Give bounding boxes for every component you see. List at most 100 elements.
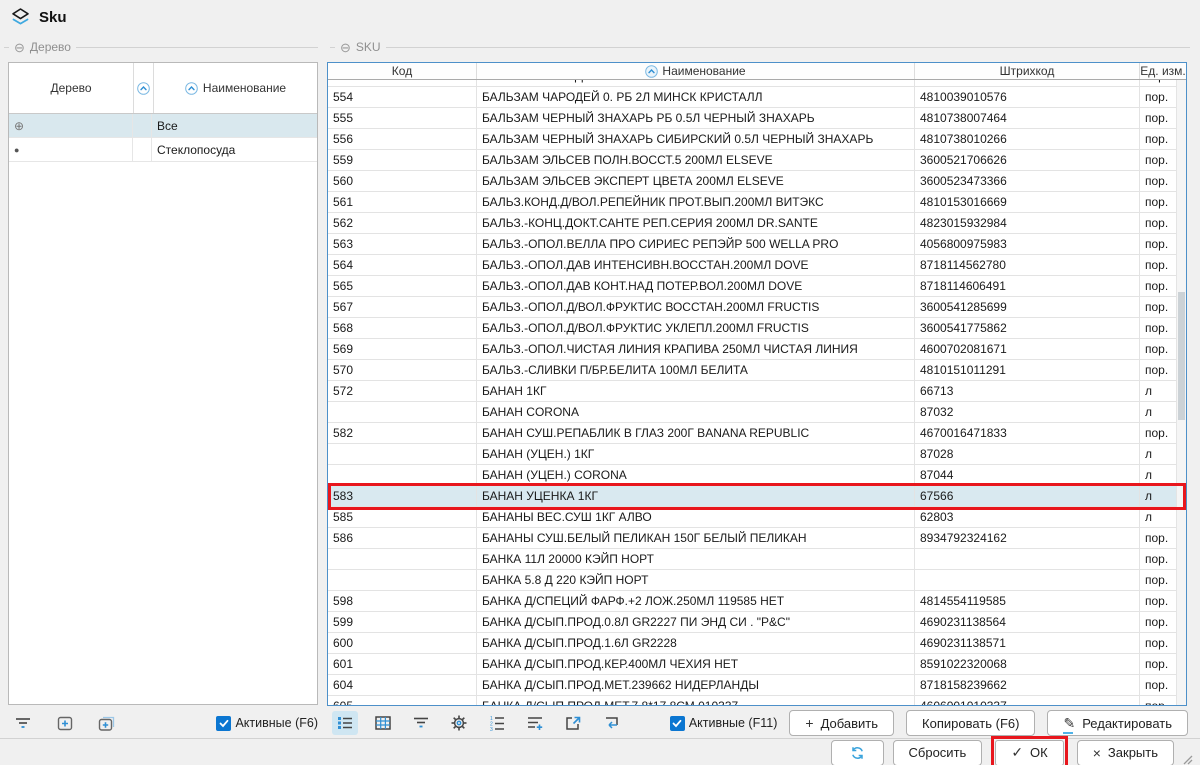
- cell-name: БАЛЬЗ.КОНД.Д/ВОЛ.РЕПЕЙНИК ПРОТ.ВЫП.200МЛ…: [477, 192, 915, 212]
- table-row[interactable]: 563 БАЛЬЗ.-ОПОЛ.ВЕЛЛА ПРО СИРИЕС РЕПЭЙР …: [328, 234, 1177, 255]
- table-row[interactable]: 605 БАНКА Д/СЫП.ПРОД.МЕТ.7.8*17.8СМ.0103…: [328, 696, 1177, 705]
- table-row[interactable]: БАНКА 5.8 Д 220 КЭЙП НОРТ пор.: [328, 570, 1177, 591]
- edit-button[interactable]: ✎ Редактировать: [1047, 710, 1188, 736]
- tree-row[interactable]: ⊕ ● Стеклопосуда: [9, 138, 317, 162]
- scrollbar-thumb[interactable]: [1178, 292, 1185, 420]
- table-row[interactable]: 568 БАЛЬЗ.-ОПОЛ.Д/ВОЛ.ФРУКТИС УКЛЕПЛ.200…: [328, 318, 1177, 339]
- cell-name: БАНАНЫ СУШ.БЕЛЫЙ ПЕЛИКАН 150Г БЕЛЫЙ ПЕЛИ…: [477, 528, 915, 548]
- cell-name: БАЛЬЗ.-СЛИВКИ П/БР.БЕЛИТА 100МЛ БЕЛИТА: [477, 360, 915, 380]
- settings-gear-icon[interactable]: [446, 711, 472, 735]
- tree-column-header[interactable]: Дерево: [9, 63, 134, 113]
- collapse-icon[interactable]: ⊖: [340, 41, 351, 54]
- close-button[interactable]: × Закрыть: [1077, 740, 1174, 765]
- tree-name-column-header[interactable]: Наименование: [154, 63, 317, 113]
- vertical-scrollbar[interactable]: [1176, 80, 1186, 705]
- barcode-column-header[interactable]: Штрихкод: [915, 63, 1140, 79]
- table-row[interactable]: 569 БАЛЬЗ.-ОПОЛ.ЧИСТАЯ ЛИНИЯ КРАПИВА 250…: [328, 339, 1177, 360]
- cell-code: 553: [328, 80, 477, 86]
- table-row[interactable]: 555 БАЛЬЗАМ ЧЕРНЫЙ ЗНАХАРЬ РБ 0.5Л ЧЕРНЫ…: [328, 108, 1177, 129]
- grid-view-icon[interactable]: [370, 711, 396, 735]
- table-row[interactable]: 565 БАЛЬЗ.-ОПОЛ.ДАВ КОНТ.НАД ПОТЕР.ВОЛ.2…: [328, 276, 1177, 297]
- table-row[interactable]: 562 БАЛЬЗ.-КОНЦ.ДОКТ.САНТЕ РЕП.СЕРИЯ 200…: [328, 213, 1177, 234]
- add-to-list-icon[interactable]: [522, 711, 548, 735]
- table-row[interactable]: 564 БАЛЬЗ.-ОПОЛ.ДАВ ИНТЕНСИВН.ВОССТАН.20…: [328, 255, 1177, 276]
- collapse-all-icon[interactable]: [52, 711, 78, 735]
- cell-barcode: 4810151011291: [915, 360, 1140, 380]
- table-row[interactable]: 556 БАЛЬЗАМ ЧЕРНЫЙ ЗНАХАРЬ СИБИРСКИЙ 0.5…: [328, 129, 1177, 150]
- filter-icon[interactable]: [10, 711, 36, 735]
- active-f6-checkbox[interactable]: Активные (F6): [216, 716, 318, 731]
- table-row[interactable]: 560 БАЛЬЗАМ ЭЛЬСЕВ ЭКСПЕРТ ЦВЕТА 200МЛ E…: [328, 171, 1177, 192]
- cell-name: БАНАН (УЦЕН.) CORONA: [477, 465, 915, 485]
- table-row[interactable]: БАНАН (УЦЕН.) CORONA 87044 л: [328, 465, 1177, 486]
- expand-node-icon[interactable]: ⊕: [14, 119, 24, 133]
- tree-row[interactable]: ⊕ ● Все: [9, 114, 317, 138]
- cell-unit: пор.: [1140, 80, 1177, 86]
- ok-button[interactable]: ✓ ОК: [995, 740, 1063, 765]
- cell-code: 599: [328, 612, 477, 632]
- refresh-button[interactable]: [831, 740, 884, 765]
- open-external-icon[interactable]: [560, 711, 586, 735]
- cell-unit: пор.: [1140, 675, 1177, 695]
- table-row[interactable]: 559 БАЛЬЗАМ ЭЛЬСЕВ ПОЛН.ВОССТ.5 200МЛ EL…: [328, 150, 1177, 171]
- cell-unit: пор.: [1140, 150, 1177, 170]
- table-row[interactable]: БАНКА 11Л 20000 КЭЙП НОРТ пор.: [328, 549, 1177, 570]
- unit-column-header[interactable]: Ед. изм.: [1140, 63, 1186, 79]
- page-title: Sku: [39, 9, 67, 26]
- table-row[interactable]: 604 БАНКА Д/СЫП.ПРОД.МЕТ.239662 НИДЕРЛАН…: [328, 675, 1177, 696]
- cell-unit: л: [1140, 444, 1177, 464]
- table-row[interactable]: 554 БАЛЬЗАМ ЧАРОДЕЙ 0. РБ 2Л МИНСК КРИСТ…: [328, 87, 1177, 108]
- active-f11-checkbox[interactable]: Активные (F11): [670, 716, 778, 731]
- expand-all-icon[interactable]: [94, 711, 120, 735]
- cell-code: [328, 465, 477, 485]
- cell-barcode: 4810039010569: [915, 80, 1140, 86]
- cell-unit: л: [1140, 402, 1177, 422]
- resize-grip[interactable]: [1181, 753, 1194, 765]
- table-row[interactable]: 572 БАНАН 1КГ 66713 л: [328, 381, 1177, 402]
- cell-code: 586: [328, 528, 477, 548]
- table-row[interactable]: 561 БАЛЬЗ.КОНД.Д/ВОЛ.РЕПЕЙНИК ПРОТ.ВЫП.2…: [328, 192, 1177, 213]
- numbered-list-icon[interactable]: 123: [484, 711, 510, 735]
- cell-code: 559: [328, 150, 477, 170]
- name-column-header[interactable]: Наименование: [477, 63, 915, 79]
- cell-unit: пор.: [1140, 171, 1177, 191]
- table-row[interactable]: 570 БАЛЬЗ.-СЛИВКИ П/БР.БЕЛИТА 100МЛ БЕЛИ…: [328, 360, 1177, 381]
- table-row[interactable]: 599 БАНКА Д/СЫП.ПРОД.0.8Л GR2227 ПИ ЭНД …: [328, 612, 1177, 633]
- cell-barcode: 4810039010576: [915, 87, 1140, 107]
- table-row[interactable]: 582 БАНАН СУШ.РЕПАБЛИК В ГЛАЗ 200Г BANAN…: [328, 423, 1177, 444]
- list-view-icon[interactable]: [332, 711, 358, 735]
- table-row[interactable]: 586 БАНАНЫ СУШ.БЕЛЫЙ ПЕЛИКАН 150Г БЕЛЫЙ …: [328, 528, 1177, 549]
- reset-button[interactable]: Сбросить: [893, 740, 983, 765]
- cell-unit: пор.: [1140, 297, 1177, 317]
- cell-name: БАЛЬЗАМ ЭЛЬСЕВ ПОЛН.ВОССТ.5 200МЛ ELSEVE: [477, 150, 915, 170]
- tree-group-label: ⊖ Дерево: [4, 40, 318, 54]
- table-row[interactable]: 567 БАЛЬЗ.-ОПОЛ.Д/ВОЛ.ФРУКТИС ВОССТАН.20…: [328, 297, 1177, 318]
- table-row[interactable]: БАНАН (УЦЕН.) 1КГ 87028 л: [328, 444, 1177, 465]
- table-row[interactable]: 585 БАНАНЫ ВЕС.СУШ 1КГ АЛВО 62803 л: [328, 507, 1177, 528]
- table-row[interactable]: БАНАН CORONA 87032 л: [328, 402, 1177, 423]
- cell-code: 572: [328, 381, 477, 401]
- table-row[interactable]: 600 БАНКА Д/СЫП.ПРОД.1.6Л GR2228 4690231…: [328, 633, 1177, 654]
- add-button[interactable]: + Добавить: [789, 710, 894, 736]
- tree-sort-icon[interactable]: [134, 63, 154, 113]
- cell-unit: пор.: [1140, 570, 1177, 590]
- collapse-icon[interactable]: ⊖: [14, 41, 25, 54]
- table-row[interactable]: 598 БАНКА Д/СПЕЦИЙ ФАРФ.+2 ЛОЖ.250МЛ 119…: [328, 591, 1177, 612]
- repeat-icon[interactable]: [598, 711, 624, 735]
- sku-table-header: Код Наименование Штрихкод Ед. изм.: [328, 63, 1186, 80]
- cell-code: 563: [328, 234, 477, 254]
- cell-name: БАНКА Д/СЫП.ПРОД.КЕР.400МЛ ЧЕХИЯ НЕТ: [477, 654, 915, 674]
- table-row[interactable]: 583 БАНАН УЦЕНКА 1КГ 67566 л: [328, 486, 1177, 507]
- copy-button[interactable]: Копировать (F6): [906, 710, 1035, 736]
- cell-unit: пор.: [1140, 255, 1177, 275]
- footer-bar: Сбросить ✓ ОК × Закрыть: [0, 738, 1200, 765]
- filter-icon[interactable]: [408, 711, 434, 735]
- code-column-header[interactable]: Код: [328, 63, 477, 79]
- table-row[interactable]: 601 БАНКА Д/СЫП.ПРОД.КЕР.400МЛ ЧЕХИЯ НЕТ…: [328, 654, 1177, 675]
- cell-barcode: 4690231138571: [915, 633, 1140, 653]
- cell-barcode: [915, 570, 1140, 590]
- cell-barcode: 4814554119585: [915, 591, 1140, 611]
- table-row[interactable]: 553 БАЛЬЗАМ ЧАРОДЕЙ 1Л МИНСК КРИСТАЛЛ 48…: [328, 80, 1177, 87]
- cell-unit: пор.: [1140, 696, 1177, 705]
- sku-group-label: ⊖ SKU: [330, 40, 1190, 54]
